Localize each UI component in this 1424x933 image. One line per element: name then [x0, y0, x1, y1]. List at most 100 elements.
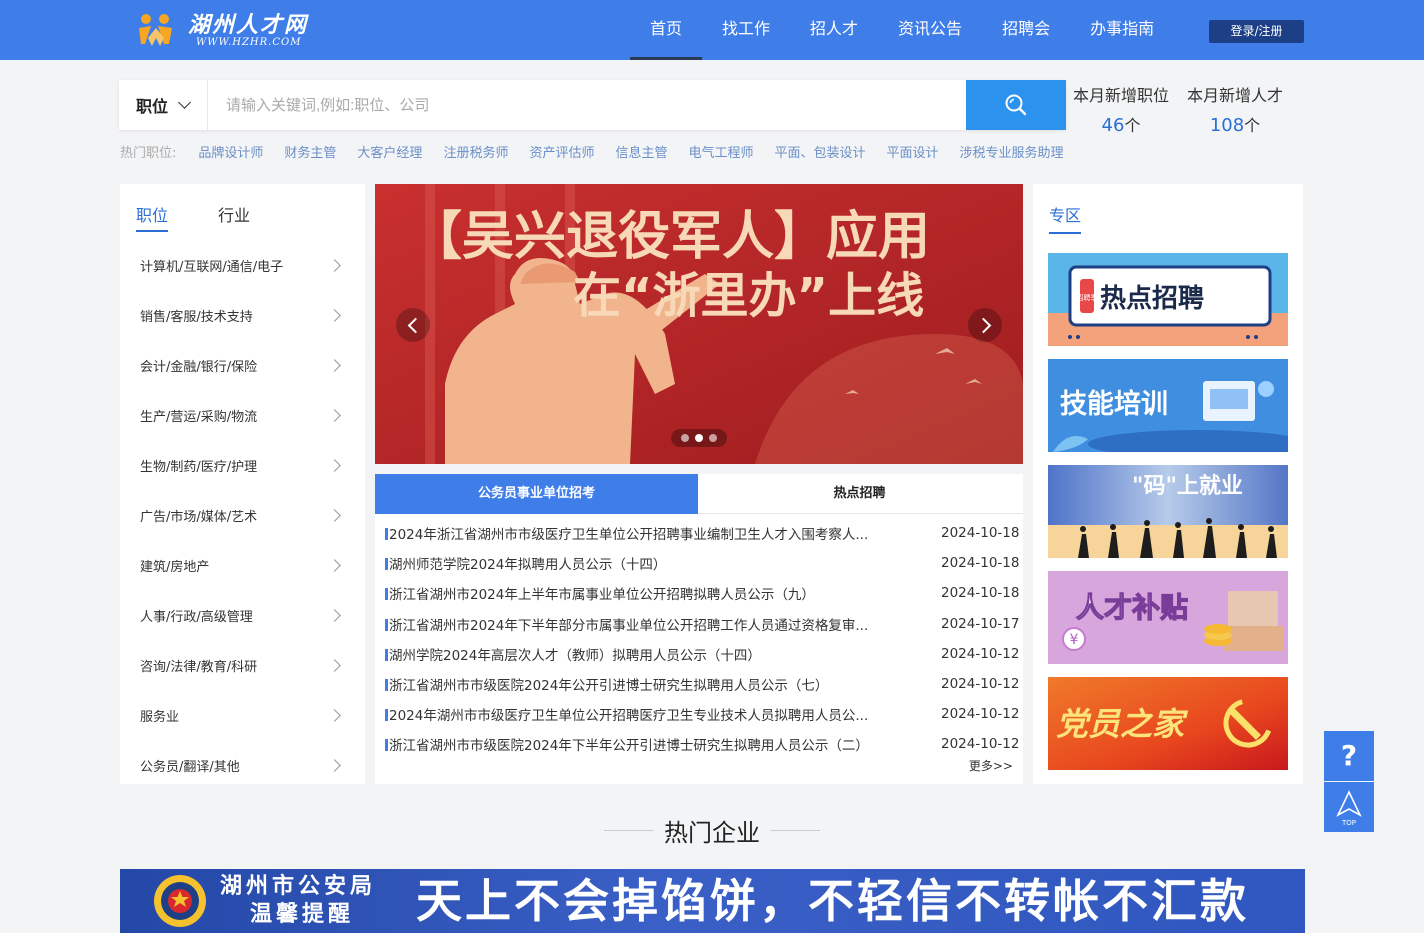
nav-find-job[interactable]: 找工作 — [702, 0, 790, 60]
zone-banner-hot-recruit[interactable]: 招聘季 热点招聘 — [1048, 253, 1288, 346]
search-bar: 职位 — [119, 80, 1066, 130]
zone-banner-skills[interactable]: 技能培训 — [1048, 359, 1288, 452]
chevron-right-icon — [328, 408, 341, 422]
category-item[interactable]: 生产/营运/采购/物流 — [120, 390, 365, 440]
login-register-button[interactable]: 登录/注册 — [1209, 20, 1304, 43]
logo-title: 湖州人才网 — [188, 11, 309, 38]
skills-text: 技能培训 — [1060, 388, 1168, 420]
zone-banner-subsidy[interactable]: ¥ 人才补贴 — [1048, 571, 1288, 664]
news-item-date: 2024-10-18 — [941, 555, 1020, 572]
main-nav: 首页 找工作 招人才 资讯公告 招聘会 办事指南 — [630, 0, 1174, 60]
carousel-dot[interactable] — [709, 434, 717, 442]
tab-industry[interactable]: 行业 — [218, 184, 250, 238]
ad-slogan: 天上不会掉馅饼，不轻信不转帐不汇款 — [416, 874, 1249, 928]
category-item[interactable]: 人事/行政/高级管理 — [120, 590, 365, 640]
monthly-jobs-stat: 本月新增职位 46个 — [1073, 82, 1169, 136]
monthly-talent-label: 本月新增人才 — [1187, 86, 1284, 105]
carousel[interactable]: 【吴兴退役军人】应用 在“浙里办”上线 — [375, 184, 1023, 464]
news-tabs: 公务员事业单位招考 热点招聘 — [375, 474, 1023, 514]
carousel-slide-image: 【吴兴退役军人】应用 在“浙里办”上线 — [375, 184, 1023, 464]
yuan-icon: ¥ — [1070, 632, 1079, 648]
hot-job-link[interactable]: 平面设计 — [887, 142, 939, 161]
category-item[interactable]: 生物/制药/医疗/护理 — [120, 440, 365, 490]
news-item[interactable]: 2024年浙江省湖州市市级医疗卫生单位公开招聘事业编制卫生人才入围考察人... 2… — [375, 518, 1023, 548]
news-item-title: 浙江省湖州市市级医院2024年下半年公开引进博士研究生拟聘用人员公示（二） — [375, 734, 915, 754]
category-item[interactable]: 会计/金融/银行/保险 — [120, 340, 365, 390]
category-item-label: 计算机/互联网/通信/电子 — [140, 259, 284, 275]
category-item[interactable]: 服务业 — [120, 690, 365, 740]
employment-text: "码"上就业 — [1132, 473, 1243, 499]
news-item-title: 浙江省湖州市2024年下半年部分市属事业单位公开招聘工作人员通过资格复审... — [375, 614, 915, 634]
nav-home[interactable]: 首页 — [630, 0, 703, 60]
nav-job-fair[interactable]: 招聘会 — [982, 0, 1070, 60]
carousel-dot[interactable] — [681, 434, 689, 442]
news-item-title: 湖州学院2024年高层次人才（教师）拟聘用人员公示（十四） — [375, 644, 915, 664]
tab-position[interactable]: 职位 — [136, 184, 169, 238]
category-item-label: 人事/行政/高级管理 — [140, 609, 253, 625]
category-item[interactable]: 公务员/翻译/其他 — [120, 740, 365, 790]
hot-job-link[interactable]: 平面、包装设计 — [775, 142, 866, 161]
logo-subtitle: WWW.HZHR.COM — [196, 36, 302, 48]
search-button[interactable] — [966, 80, 1066, 130]
news-item[interactable]: 湖州学院2024年高层次人才（教师）拟聘用人员公示（十四） 2024-10-12 — [375, 639, 1023, 669]
section-title: 热门企业 — [664, 818, 760, 847]
category-item[interactable]: 销售/客服/技术支持 — [120, 290, 365, 340]
help-button[interactable]: ? — [1324, 731, 1374, 781]
news-item[interactable]: 浙江省湖州市2024年下半年部分市属事业单位公开招聘工作人员通过资格复审... 2… — [375, 609, 1023, 639]
news-item[interactable]: 浙江省湖州市市级医院2024年公开引进博士研究生拟聘用人员公示（七） 2024-1… — [375, 669, 1023, 699]
nav-guide[interactable]: 办事指南 — [1070, 0, 1174, 60]
hot-job-link[interactable]: 涉税专业服务助理 — [960, 142, 1064, 161]
hot-job-link[interactable]: 注册税务师 — [443, 142, 508, 161]
police-ad-banner[interactable]: 湖州市公安局 温馨提醒 天上不会掉馅饼，不轻信不转帐不汇款 — [120, 869, 1305, 933]
category-item-label: 公务员/翻译/其他 — [140, 759, 240, 775]
news-item[interactable]: 2024年湖州市市级医疗卫生单位公开招聘医疗卫生专业技术人员拟聘用人员公... 2… — [375, 699, 1023, 729]
hot-job-link[interactable]: 资产评估师 — [529, 142, 594, 161]
zone-banner-party[interactable]: 党员之家 — [1048, 677, 1288, 770]
category-item-label: 广告/市场/媒体/艺术 — [140, 509, 258, 525]
hot-job-link[interactable]: 信息主管 — [615, 142, 667, 161]
news-more-link[interactable]: 更多>> — [969, 757, 1013, 774]
news-item[interactable]: 浙江省湖州市市级医院2024年下半年公开引进博士研究生拟聘用人员公示（二） 202… — [375, 729, 1023, 759]
hot-job-link[interactable]: 财务主管 — [284, 142, 336, 161]
police-badge-icon — [154, 875, 206, 927]
hot-recruit-text: 热点招聘 — [1100, 283, 1204, 314]
search-input[interactable] — [208, 80, 966, 130]
chevron-down-icon — [178, 96, 191, 109]
category-item[interactable]: 咨询/法律/教育/科研 — [120, 640, 365, 690]
hot-job-link[interactable]: 大客户经理 — [357, 142, 422, 161]
news-list: 2024年浙江省湖州市市级医疗卫生单位公开招聘事业编制卫生人才入围考察人... 2… — [375, 514, 1023, 760]
category-item-label: 生产/营运/采购/物流 — [140, 409, 258, 425]
site-logo[interactable]: 湖州人才网 WWW.HZHR.COM — [136, 8, 308, 52]
search-type-select[interactable]: 职位 — [119, 80, 208, 130]
category-item[interactable]: 广告/市场/媒体/艺术 — [120, 490, 365, 540]
carousel-dot[interactable] — [695, 434, 703, 442]
news-item[interactable]: 湖州师范学院2024年拟聘用人员公示（十四） 2024-10-18 — [375, 548, 1023, 578]
hot-job-link[interactable]: 品牌设计师 — [198, 142, 263, 161]
news-item-date: 2024-10-18 — [941, 525, 1020, 542]
search-icon — [1005, 94, 1027, 116]
back-to-top-button[interactable]: TOP — [1324, 782, 1374, 832]
subsidy-banner-image: ¥ 人才补贴 — [1048, 571, 1288, 664]
hot-jobs-row: 热门职位: 品牌设计师 财务主管 大客户经理 注册税务师 资产评估师 信息主管 … — [120, 142, 1085, 161]
ad-organization: 湖州市公安局 温馨提醒 — [220, 874, 377, 927]
news-item[interactable]: 浙江省湖州市2024年上半年市属事业单位公开招聘拟聘人员公示（九） 2024-10… — [375, 578, 1023, 608]
monthly-talent-stat: 本月新增人才 108个 — [1187, 82, 1283, 136]
category-item[interactable]: 计算机/互联网/通信/电子 — [120, 240, 365, 290]
carousel-prev-button[interactable] — [396, 308, 430, 342]
zone-banner-employment[interactable]: "码"上就业 — [1048, 465, 1288, 558]
nav-recruit[interactable]: 招人才 — [790, 0, 878, 60]
carousel-headline-2: 在“浙里办”上线 — [573, 268, 924, 324]
hot-job-link[interactable]: 电气工程师 — [688, 142, 753, 161]
tab-hot-recruit[interactable]: 热点招聘 — [698, 474, 1021, 514]
chevron-right-icon — [328, 708, 341, 722]
news-item-date: 2024-10-12 — [941, 676, 1020, 693]
carousel-next-button[interactable] — [968, 308, 1002, 342]
chevron-right-icon — [328, 458, 341, 472]
nav-news[interactable]: 资讯公告 — [878, 0, 982, 60]
news-item-date: 2024-10-12 — [941, 645, 1020, 662]
news-panel: 公务员事业单位招考 热点招聘 2024年浙江省湖州市市级医疗卫生单位公开招聘事业… — [375, 474, 1023, 784]
tab-civil-service[interactable]: 公务员事业单位招考 — [375, 474, 698, 514]
category-item[interactable]: 建筑/房地产 — [120, 540, 365, 590]
chevron-right-icon — [328, 358, 341, 372]
category-item-label: 销售/客服/技术支持 — [140, 309, 253, 325]
